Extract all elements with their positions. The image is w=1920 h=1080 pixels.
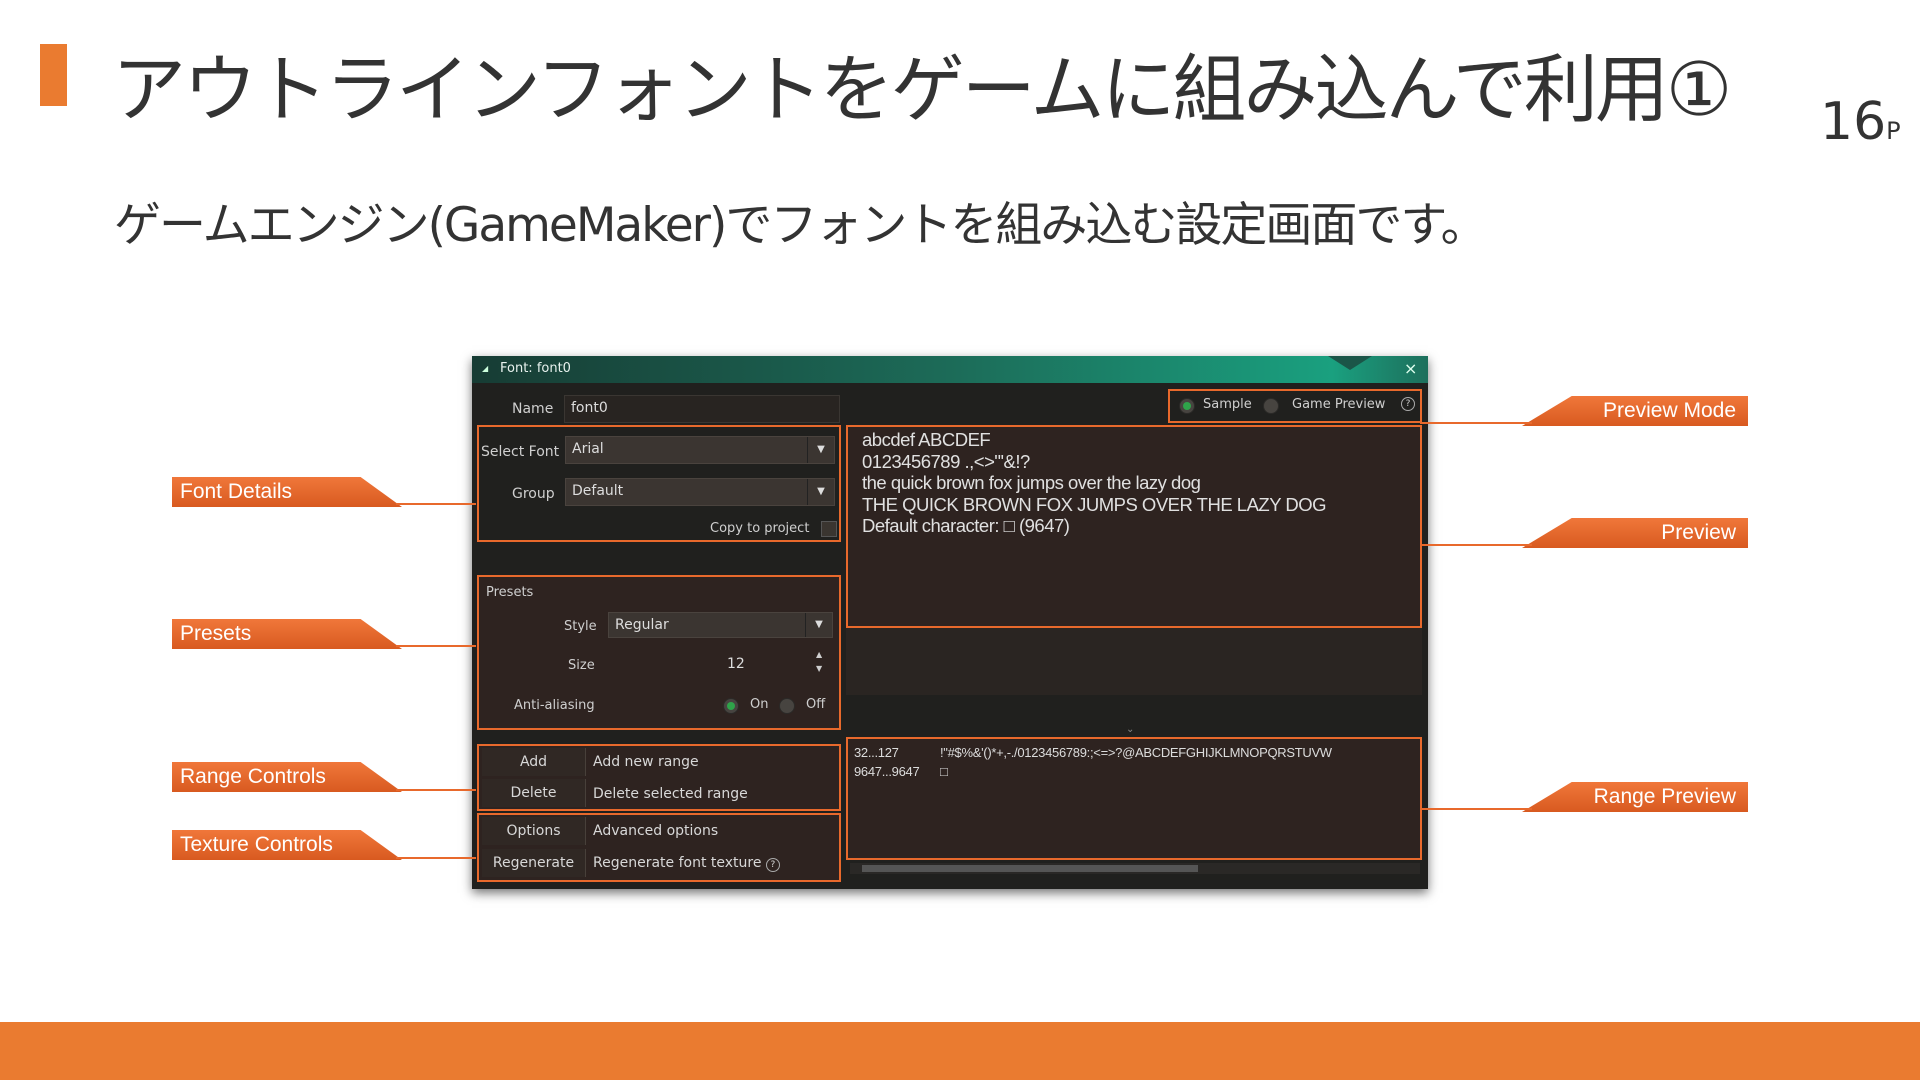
window-titlebar[interactable]: ◢ Font: font0 × bbox=[472, 356, 1428, 383]
group-value: Default bbox=[572, 483, 624, 499]
preview-text: abcdef ABCDEF 0123456789 .,<>"'&!? the q… bbox=[862, 429, 1327, 537]
title-accent-bar bbox=[40, 44, 67, 106]
slide-title: アウトラインフォントをゲームに組み込んで利用① bbox=[112, 47, 1732, 133]
font-details-leader bbox=[396, 503, 476, 505]
texture-controls-leader bbox=[396, 857, 476, 859]
font-editor-window: ◢ Font: font0 × Name font0 Select Font A… bbox=[472, 356, 1428, 889]
preview-leader bbox=[1420, 544, 1532, 546]
size-input[interactable]: 12 bbox=[720, 651, 820, 677]
select-font-label: Select Font bbox=[481, 444, 560, 460]
preview-line: 0123456789 .,<>"'&!? bbox=[862, 450, 1030, 472]
anti-aliasing-label: Anti-aliasing bbox=[514, 698, 595, 713]
presets-label: Presets bbox=[486, 585, 534, 600]
regenerate-desc-text: Regenerate font texture bbox=[593, 855, 762, 871]
aa-off-label: Off bbox=[806, 697, 826, 712]
help-icon[interactable]: ? bbox=[765, 858, 780, 872]
font-details-callout: Font Details bbox=[172, 477, 402, 507]
name-label: Name bbox=[512, 401, 554, 417]
presets-callout: Presets bbox=[172, 619, 402, 649]
preview-mode-callout: Preview Mode bbox=[1522, 396, 1748, 426]
horizontal-scrollbar[interactable] bbox=[850, 863, 1420, 874]
style-label: Style bbox=[564, 619, 597, 634]
chevron-down-icon: ▼ bbox=[805, 613, 832, 637]
aa-on-label: On bbox=[750, 697, 769, 712]
range-chars: □ bbox=[940, 764, 948, 779]
size-label: Size bbox=[568, 658, 595, 673]
preview-box: abcdef ABCDEF 0123456789 .,<>"'&!? the q… bbox=[846, 425, 1422, 628]
sample-radio[interactable] bbox=[1179, 398, 1195, 414]
preview-line: abcdef ABCDEF bbox=[862, 429, 991, 450]
aa-off-radio[interactable] bbox=[779, 698, 795, 714]
aa-on-radio[interactable] bbox=[723, 698, 739, 714]
window-body: Name font0 Select Font Arial ▼ Group Def… bbox=[472, 383, 1428, 889]
preview-line: THE QUICK BROWN FOX JUMPS OVER THE LAZY … bbox=[862, 493, 1327, 515]
preview-callout: Preview bbox=[1522, 518, 1748, 548]
sample-label: Sample bbox=[1203, 397, 1252, 412]
game-preview-label: Game Preview bbox=[1292, 397, 1386, 412]
style-dropdown[interactable]: Regular ▼ bbox=[608, 612, 833, 638]
add-range-button[interactable]: Add bbox=[482, 748, 586, 776]
slide-subtitle: ゲームエンジン(GameMaker)でフォントを組み込む設定画面です。 bbox=[114, 198, 1488, 253]
group-label: Group bbox=[512, 486, 555, 502]
range-row[interactable]: 9647...9647 □ bbox=[854, 764, 948, 779]
range-preview-callout: Range Preview bbox=[1522, 782, 1748, 812]
collapse-icon[interactable]: ◢ bbox=[482, 364, 488, 373]
size-stepper[interactable]: ▲ ▼ bbox=[816, 648, 822, 676]
range-value: 32...127 bbox=[854, 745, 899, 760]
group-dropdown[interactable]: Default ▼ bbox=[565, 478, 835, 506]
options-desc: Advanced options bbox=[593, 823, 719, 839]
select-font-value: Arial bbox=[572, 441, 604, 457]
presets-leader bbox=[396, 645, 476, 647]
splitter-handle[interactable]: ⌄ bbox=[1126, 724, 1134, 735]
close-icon[interactable]: × bbox=[1404, 359, 1417, 378]
delete-range-desc: Delete selected range bbox=[593, 786, 748, 802]
range-controls-leader bbox=[396, 789, 476, 791]
range-preview-leader bbox=[1420, 808, 1532, 810]
page-number-value: 16 bbox=[1820, 92, 1887, 152]
add-range-desc: Add new range bbox=[593, 754, 699, 770]
preview-mode-leader bbox=[1420, 422, 1532, 424]
select-font-dropdown[interactable]: Arial ▼ bbox=[565, 436, 835, 464]
options-button[interactable]: Options bbox=[482, 817, 586, 845]
delete-range-button[interactable]: Delete bbox=[482, 779, 586, 807]
page-number-suffix: P bbox=[1886, 117, 1901, 145]
regenerate-button[interactable]: Regenerate bbox=[482, 849, 586, 877]
range-preview-box: 32...127 !"#$%&'()*+,-./0123456789:;<=>?@… bbox=[846, 737, 1422, 860]
texture-controls-callout: Texture Controls bbox=[172, 830, 402, 860]
footer-band bbox=[0, 1022, 1920, 1080]
range-row[interactable]: 32...127 !"#$%&'()*+,-./0123456789:;<=>?@… bbox=[854, 745, 1332, 760]
copy-to-project-label: Copy to project bbox=[710, 521, 810, 536]
regenerate-desc: Regenerate font texture ? bbox=[593, 855, 780, 872]
game-preview-radio[interactable] bbox=[1263, 398, 1279, 414]
style-value: Regular bbox=[615, 617, 669, 633]
copy-to-project-checkbox[interactable] bbox=[821, 521, 837, 537]
range-chars: !"#$%&'()*+,-./0123456789:;<=>?@ABCDEFGH… bbox=[940, 745, 1332, 760]
window-title: Font: font0 bbox=[500, 361, 571, 376]
preview-line: the quick brown fox jumps over the lazy … bbox=[862, 472, 1201, 493]
titlebar-notch bbox=[1328, 356, 1372, 370]
range-controls-callout: Range Controls bbox=[172, 762, 402, 792]
chevron-down-icon: ▼ bbox=[807, 437, 834, 463]
page-number: 16P bbox=[1820, 92, 1901, 152]
name-input[interactable]: font0 bbox=[564, 395, 840, 423]
scrollbar-thumb[interactable] bbox=[862, 865, 1198, 872]
chevron-down-icon: ▼ bbox=[807, 479, 834, 505]
help-icon[interactable]: ? bbox=[1401, 397, 1415, 411]
preview-line: Default character: □ (9647) bbox=[862, 515, 1070, 536]
range-value: 9647...9647 bbox=[854, 764, 920, 779]
